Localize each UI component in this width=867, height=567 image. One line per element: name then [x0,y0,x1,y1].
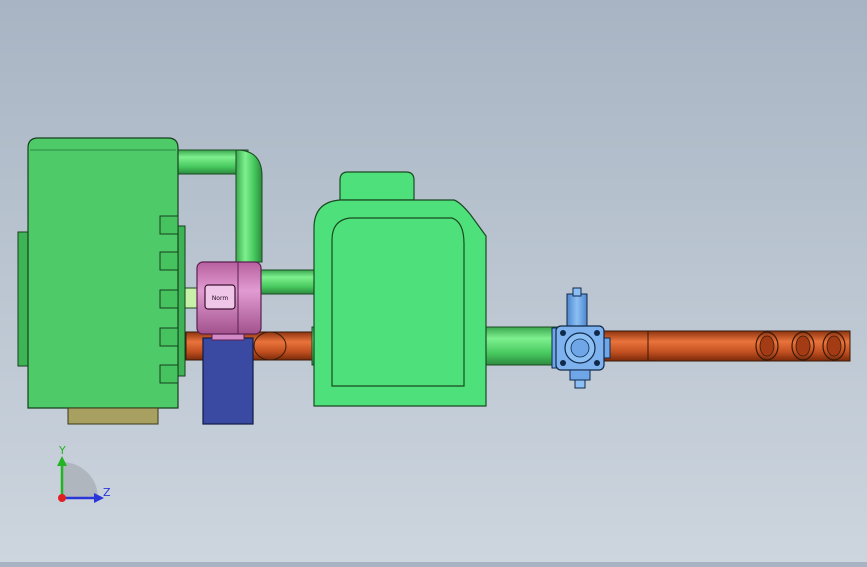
svg-text:Norm: Norm [212,295,229,302]
blue-valve-assembly[interactable] [551,287,611,389]
nameplate: Norm [204,284,236,310]
pink-pump-housing[interactable]: Norm [196,261,262,341]
pipe-end-ring [791,331,815,361]
pipe-end-ring [755,331,779,361]
engine-base-plate [67,407,159,425]
engine-block[interactable] [17,137,186,425]
z-axis-label: Z [103,486,111,499]
cad-viewport[interactable]: Norm Y Z [0,0,867,562]
pipe-end-ring [822,331,846,361]
origin-point [58,494,66,502]
axis-triad: Y Z [57,444,111,503]
blue-mount-block[interactable] [202,337,254,425]
green-tank[interactable] [311,171,563,407]
y-axis-label: Y [58,444,66,457]
